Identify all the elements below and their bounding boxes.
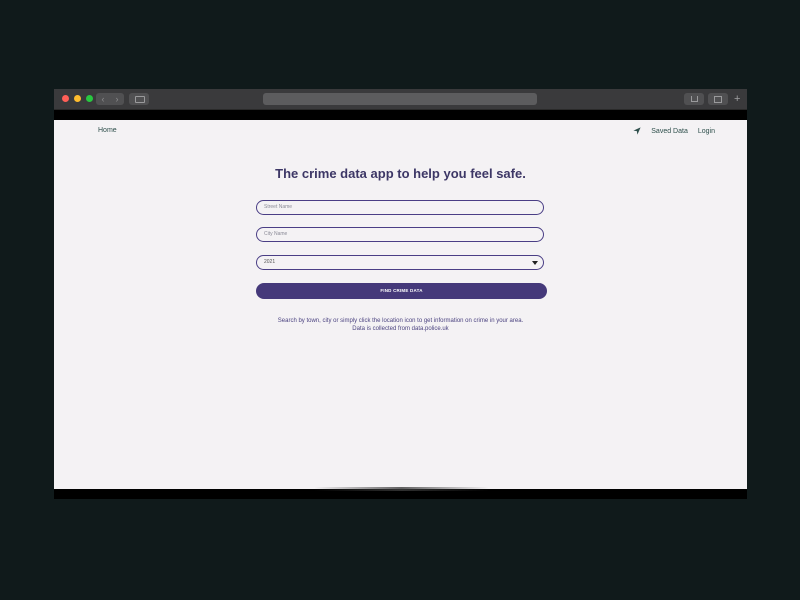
sidebar-toggle-button[interactable]	[129, 93, 149, 105]
year-select[interactable]: 2021	[256, 255, 544, 270]
zoom-window-button[interactable]	[86, 95, 93, 102]
share-button[interactable]	[684, 93, 704, 105]
tabs-overview-button[interactable]	[708, 93, 728, 105]
scroll-shadow	[314, 487, 489, 491]
page-content: Home Saved Data Login The crime data app…	[54, 120, 747, 489]
chevron-down-icon	[532, 261, 538, 265]
browser-toolbar: ‹ › +	[54, 89, 747, 110]
help-text: Search by town, city or simply click the…	[54, 317, 747, 333]
nav-login-link[interactable]: Login	[698, 128, 715, 135]
help-text-line-2: Data is collected from data.police.uk	[352, 326, 449, 332]
year-select-value: 2021	[264, 259, 276, 265]
back-icon[interactable]: ‹	[102, 94, 105, 104]
city-name-input[interactable]: City Name	[256, 227, 544, 242]
find-crime-data-button[interactable]: FIND CRIME DATA	[256, 283, 547, 299]
nav-saved-data-link[interactable]: Saved Data	[651, 128, 688, 135]
street-name-input[interactable]: Street Name	[256, 200, 544, 215]
forward-icon[interactable]: ›	[116, 94, 119, 104]
browser-window: ‹ › + Home Saved Data Login The crime da…	[54, 89, 747, 499]
help-text-line-1: Search by town, city or simply click the…	[277, 318, 524, 324]
back-forward-buttons[interactable]: ‹ ›	[96, 93, 124, 105]
location-arrow-icon[interactable]	[633, 127, 641, 135]
minimize-window-button[interactable]	[74, 95, 81, 102]
nav-home-link[interactable]: Home	[98, 127, 117, 134]
nav-right: Saved Data Login	[633, 127, 715, 135]
close-window-button[interactable]	[62, 95, 69, 102]
page-title: The crime data app to help you feel safe…	[275, 166, 526, 181]
new-tab-icon[interactable]: +	[734, 94, 740, 105]
address-bar[interactable]	[263, 93, 537, 105]
